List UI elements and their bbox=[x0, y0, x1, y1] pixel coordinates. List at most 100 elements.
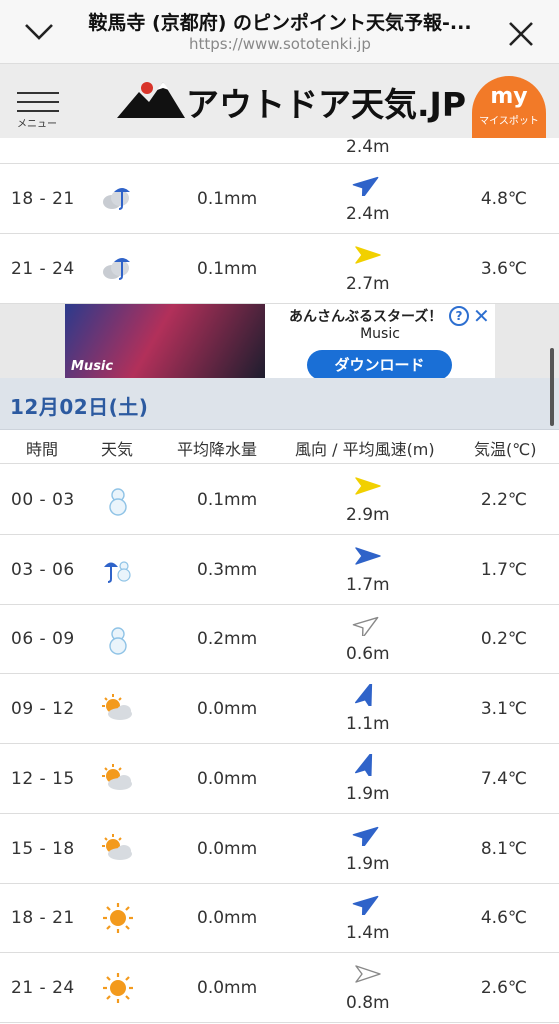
wind-direction-icon bbox=[355, 477, 381, 495]
scrollbar[interactable] bbox=[550, 348, 554, 426]
site-header: メニュー アウトドア天気.JP my マイスポット bbox=[0, 64, 559, 138]
time-range: 15 - 18 bbox=[11, 838, 75, 859]
page-title: 鞍馬寺 (京都府) のピンポイント天気予報-... bbox=[88, 12, 472, 34]
date-label: 12月02日(土) bbox=[10, 395, 149, 419]
header-weather: 天気 bbox=[101, 440, 134, 459]
wind-speed: 0.8m bbox=[346, 992, 390, 1013]
column-headers: 時間 天気 平均降水量 風向 / 平均風速(m) 気温(℃) bbox=[0, 430, 559, 464]
ad-image-text: Music bbox=[71, 359, 114, 374]
wind-speed: 1.9m bbox=[346, 853, 390, 874]
wind-direction-icon bbox=[355, 684, 373, 707]
wind-direction-icon bbox=[352, 176, 379, 196]
table-row: 21 - 24 0.0mm 0.8m 2.6℃ bbox=[0, 953, 559, 1023]
table-row: 12 - 15 0.0mm 1.9m 7.4℃ bbox=[0, 744, 559, 814]
time-range: 18 - 21 bbox=[11, 189, 75, 209]
ad-info-icon[interactable]: ? bbox=[449, 306, 469, 326]
header-wind: 風向 / 平均風速(m) bbox=[295, 440, 435, 459]
date-header: 12月02日(土) bbox=[0, 378, 559, 430]
temperature: 2.2℃ bbox=[480, 490, 527, 510]
precipitation: 0.0mm bbox=[197, 699, 258, 720]
temperature: 3.6℃ bbox=[480, 259, 527, 279]
ad-title: あんさんぶるスターズ！ bbox=[289, 309, 443, 325]
time-range: 12 - 15 bbox=[11, 768, 75, 789]
precipitation: 0.0mm bbox=[197, 977, 258, 998]
sun-cloud-icon bbox=[102, 763, 132, 790]
time-range: 03 - 06 bbox=[11, 559, 75, 580]
sun-cloud-icon bbox=[102, 694, 132, 721]
ad-download-button[interactable]: ダウンロード bbox=[307, 350, 452, 380]
ad-text-panel: あんさんぶるスターズ！ Music ダウンロード ? ✕ bbox=[265, 304, 495, 380]
wind-direction-icon bbox=[355, 546, 381, 565]
temperature: 7.4℃ bbox=[480, 768, 527, 789]
table-row: 09 - 12 0.0mm 1.1m 3.1℃ bbox=[0, 674, 559, 745]
header-temp: 気温(℃) bbox=[474, 440, 537, 459]
time-range: 21 - 24 bbox=[11, 259, 75, 279]
snow-icon bbox=[109, 488, 127, 516]
table-row-partial: 2.4m bbox=[0, 137, 559, 164]
precipitation: 0.3mm bbox=[197, 559, 258, 580]
close-icon[interactable] bbox=[504, 17, 538, 51]
sun-cloud-icon bbox=[102, 833, 132, 860]
ad-image[interactable]: Music bbox=[65, 304, 265, 378]
precipitation: 0.0mm bbox=[197, 768, 258, 789]
wind-speed: 2.4m bbox=[346, 204, 390, 224]
wind-direction-icon bbox=[352, 896, 379, 916]
table-row: 18 - 21 0.1mm 2.4m 4.8℃ bbox=[0, 164, 559, 234]
time-range: 00 - 03 bbox=[11, 490, 75, 510]
header-time: 時間 bbox=[26, 440, 59, 459]
site-logo-text[interactable]: アウトドア天気.JP bbox=[186, 78, 466, 126]
hamburger-line bbox=[17, 110, 59, 112]
header-precip: 平均降水量 bbox=[177, 440, 258, 459]
table-row: 06 - 09 0.2mm 0.6m 0.2℃ bbox=[0, 604, 559, 675]
temperature: 2.6℃ bbox=[480, 977, 527, 998]
time-range: 09 - 12 bbox=[11, 699, 75, 720]
temperature: 0.2℃ bbox=[480, 629, 527, 650]
wind-speed: 1.1m bbox=[346, 714, 390, 735]
temperature: 4.6℃ bbox=[480, 908, 527, 929]
table-row: 18 - 21 0.0mm 1.4m 4.6℃ bbox=[0, 883, 559, 954]
wind-speed: 1.4m bbox=[346, 923, 390, 944]
sun-icon bbox=[103, 903, 133, 934]
wind-direction-icon bbox=[352, 826, 379, 846]
hamburger-icon bbox=[17, 92, 59, 94]
precipitation: 0.0mm bbox=[197, 838, 258, 859]
table-row: 21 - 24 0.1mm 2.7m 3.6℃ bbox=[0, 234, 559, 304]
wind-speed: 2.7m bbox=[346, 274, 390, 294]
myspot-button[interactable]: my マイスポット bbox=[472, 76, 546, 138]
ad-banner[interactable]: Music あんさんぶるスターズ！ Music ダウンロード ? ✕ bbox=[0, 304, 559, 380]
temperature: 1.7℃ bbox=[480, 559, 527, 580]
cloud-rain-icon bbox=[103, 188, 130, 210]
myspot-icon: my bbox=[490, 84, 528, 109]
sun-icon bbox=[103, 972, 133, 1003]
table-row: 15 - 18 0.0mm 1.9m 8.1℃ bbox=[0, 814, 559, 884]
temperature: 3.1℃ bbox=[480, 699, 527, 720]
precipitation: 0.1mm bbox=[197, 259, 258, 279]
myspot-label: マイスポット bbox=[479, 116, 539, 127]
temperature: 8.1℃ bbox=[480, 838, 527, 859]
wind-speed: 2.4m bbox=[346, 137, 390, 157]
table-row: 03 - 06 0.3mm 1.7m 1.7℃ bbox=[0, 535, 559, 605]
table-row: 00 - 03 0.1mm 2.9m 2.2℃ bbox=[0, 465, 559, 535]
wind-direction-icon bbox=[355, 753, 373, 776]
chevron-down-icon[interactable] bbox=[22, 18, 56, 44]
wind-speed: 2.9m bbox=[346, 505, 390, 525]
wind-speed: 0.6m bbox=[346, 644, 390, 665]
rain-snow-icon bbox=[104, 561, 131, 583]
snow-icon bbox=[109, 627, 127, 656]
browser-bar: 鞍馬寺 (京都府) のピンポイント天気予報-... https://www.so… bbox=[0, 0, 559, 64]
wind-direction-icon bbox=[352, 617, 379, 637]
menu-label: メニュー bbox=[17, 119, 57, 130]
wind-direction-icon bbox=[355, 246, 381, 264]
time-range: 18 - 21 bbox=[11, 908, 75, 929]
time-range: 21 - 24 bbox=[11, 977, 75, 998]
ad-close-icon[interactable]: ✕ bbox=[473, 304, 490, 328]
page-url[interactable]: https://www.sototenki.jp bbox=[70, 35, 490, 53]
ad-subtitle: Music bbox=[360, 326, 400, 342]
precipitation: 0.0mm bbox=[197, 908, 258, 929]
time-range: 06 - 09 bbox=[11, 629, 75, 650]
temperature: 4.8℃ bbox=[480, 189, 527, 209]
wind-speed: 1.7m bbox=[346, 574, 390, 595]
precipitation: 0.2mm bbox=[197, 629, 258, 650]
wind-direction-icon bbox=[355, 965, 381, 983]
menu-button[interactable]: メニュー bbox=[17, 92, 59, 130]
